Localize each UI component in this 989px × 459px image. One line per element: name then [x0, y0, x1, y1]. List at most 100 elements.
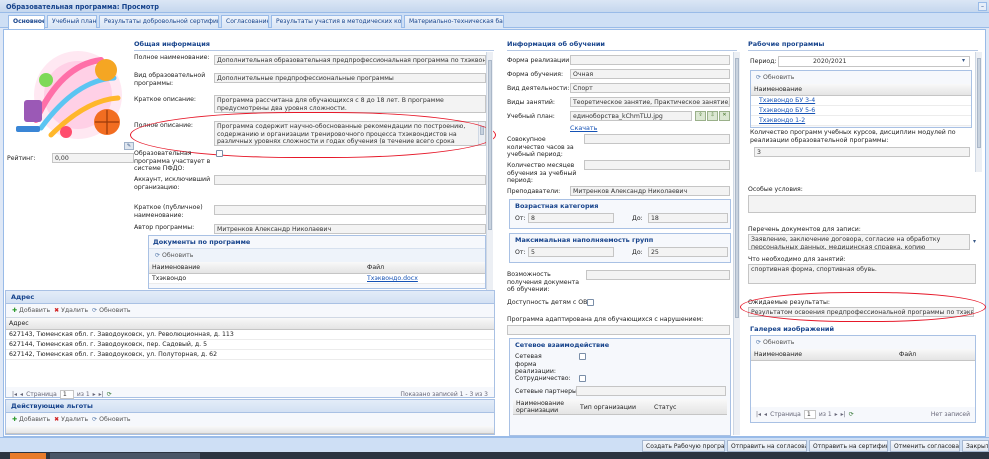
reload-icon[interactable]: ⟳	[849, 411, 854, 418]
address-records-count: Показано записей 1 - 3 из 3	[400, 391, 488, 398]
address-delete-button[interactable]: Удалить	[61, 307, 88, 314]
partners-col-type[interactable]: Тип организации	[580, 401, 654, 412]
taskbar-window-button[interactable]	[50, 453, 200, 459]
tab-approval[interactable]: Согласование	[221, 15, 269, 28]
page-input[interactable]: 1	[59, 390, 74, 399]
table-row[interactable]: 627144, Тюменская обл. г. Заводоуковск, …	[6, 340, 494, 350]
teachers-label: Преподаватели:	[507, 188, 561, 195]
work-program-item[interactable]: Тхэквондо БУ 3-4	[751, 96, 971, 106]
page-of: из 1	[818, 411, 832, 418]
impl-form-field	[570, 55, 730, 65]
download-icon[interactable]: ⇩	[707, 111, 718, 121]
prev-page-icon[interactable]: ◂	[764, 411, 767, 418]
general-scrollbar[interactable]	[486, 52, 493, 300]
lesson-types-label: Виды занятий:	[507, 99, 555, 106]
refresh-icon: ⟳	[155, 252, 161, 259]
partners-col-org[interactable]: Наименование организации	[516, 400, 580, 413]
benefits-delete-button[interactable]: Удалить	[61, 416, 88, 423]
document-possibility-label: Возможность получения документа об обуче…	[507, 271, 580, 294]
needed-field: спортивная форма, спортивная обувь.	[748, 264, 976, 284]
needed-label: Что необходимо для занятий:	[748, 256, 846, 263]
benefits-grid-header	[6, 426, 494, 434]
partners-col-status[interactable]: Статус	[654, 401, 676, 412]
first-page-icon[interactable]: |◂	[756, 411, 761, 418]
age-category-panel: Возрастная категория От: 8 До: 18	[509, 199, 731, 229]
gallery-col-file[interactable]: Файл	[899, 351, 916, 358]
address-panel: Адрес ✚ Добавить ✖ Удалить ⟳ Обновить Ад…	[5, 290, 495, 399]
period-select[interactable]: 2020/2021	[778, 56, 970, 67]
tab-certification-results[interactable]: Результаты добровольной сертификации	[99, 15, 219, 28]
window-title: Образовательная программа: Просмотр	[0, 0, 989, 13]
program-image: ✎	[6, 40, 136, 150]
tab-contest-results[interactable]: Результаты участия в методических конкур…	[271, 15, 402, 28]
age-from-field: 8	[528, 213, 614, 223]
docs-list-expand-icon[interactable]: ▾	[973, 238, 976, 245]
pfdo-checkbox[interactable]	[216, 150, 223, 157]
close-button[interactable]: Закрыть	[962, 440, 989, 452]
benefits-add-button[interactable]: Добавить	[19, 416, 50, 423]
study-form-label: Форма обучения:	[507, 71, 564, 78]
table-row[interactable]: Тхэквондо Тхэквондо.docx	[149, 274, 485, 284]
send-for-approval-button[interactable]: Отправить на согласование	[727, 440, 807, 452]
next-page-icon[interactable]: ▸	[93, 391, 96, 398]
gallery-col-name[interactable]: Наименование	[754, 351, 899, 358]
last-page-icon[interactable]: ▸|	[99, 391, 104, 398]
highlight-expected-results	[740, 292, 986, 322]
refresh-icon: ⟳	[92, 307, 98, 314]
address-col-header[interactable]: Адрес	[6, 318, 494, 330]
clear-icon[interactable]: ✕	[719, 111, 730, 121]
first-page-icon[interactable]: |◂	[12, 391, 17, 398]
gallery-refresh-button[interactable]: Обновить	[763, 339, 794, 346]
table-row[interactable]: 627142, Тюменская обл. г. Заводоуковск, …	[6, 350, 494, 360]
adapted-label: Программа адаптирована для обучающихся с…	[507, 316, 704, 323]
work-refresh-button[interactable]: Обновить	[763, 74, 794, 81]
cooperation-checkbox[interactable]	[579, 375, 586, 382]
short-desc-label: Краткое описание:	[134, 96, 197, 103]
tab-material-base[interactable]: Материально-техническая база	[404, 15, 504, 28]
cancel-approval-button[interactable]: Отменить согласование	[890, 440, 960, 452]
documents-col-file[interactable]: Файл	[367, 264, 384, 271]
documents-col-name[interactable]: Наименование	[152, 264, 367, 271]
upload-icon[interactable]: ⇪	[695, 111, 706, 121]
next-page-icon[interactable]: ▸	[835, 411, 838, 418]
partners-label: Сетевые партнеры:	[515, 388, 579, 395]
work-program-item[interactable]: Тхэквондо 1-2	[751, 116, 971, 126]
training-header: Информация об обучении	[507, 40, 737, 51]
tab-main[interactable]: Основное	[8, 15, 45, 29]
page-input[interactable]: 1	[803, 410, 816, 419]
documents-refresh-button[interactable]: Обновить	[162, 252, 193, 259]
last-page-icon[interactable]: ▸|	[841, 411, 846, 418]
address-refresh-button[interactable]: Обновить	[99, 307, 130, 314]
address-add-button[interactable]: Добавить	[19, 307, 50, 314]
tab-curriculum[interactable]: Учебный план	[47, 15, 97, 28]
table-row[interactable]: 627143, Тюменская обл. г. Заводоуковск, …	[6, 330, 494, 340]
ovz-checkbox[interactable]	[587, 299, 594, 306]
documents-toolbar: ⟳ Обновить	[149, 248, 485, 262]
document-file-link[interactable]: Тхэквондо.docx	[367, 275, 418, 282]
courses-count-field: 3	[754, 147, 970, 157]
document-name: Тхэквондо	[152, 275, 187, 282]
add-icon: ✚	[12, 307, 18, 314]
prev-page-icon[interactable]: ◂	[20, 391, 23, 398]
window-collapse-icon[interactable]: –	[978, 2, 987, 11]
create-work-program-button[interactable]: Создать Рабочую программу	[642, 440, 725, 452]
work-scrollbar[interactable]	[975, 52, 982, 172]
work-program-item[interactable]: Тхэквондо БУ 5-6	[751, 106, 971, 116]
group-to-field: 25	[648, 247, 728, 257]
author-label: Автор программы:	[134, 224, 195, 231]
work-programs-grid: ⟳ Обновить Наименование Тхэквондо БУ 3-4…	[750, 70, 972, 128]
training-scrollbar[interactable]	[733, 52, 740, 435]
benefits-refresh-button[interactable]: Обновить	[99, 416, 130, 423]
send-for-certification-button[interactable]: Отправить на сертификацию	[809, 440, 888, 452]
taskbar-app-button[interactable]	[10, 453, 46, 459]
network-form-checkbox[interactable]	[579, 353, 586, 360]
public-name-field	[214, 205, 486, 215]
chevron-down-icon[interactable]: ▾	[962, 57, 965, 64]
plan-label: Учебный план:	[507, 113, 555, 120]
download-plan-link[interactable]: Скачать	[570, 124, 597, 132]
reload-icon[interactable]: ⟳	[107, 391, 112, 398]
age-from-label: От:	[515, 215, 526, 222]
age-to-label: До:	[632, 215, 643, 222]
image-edit-icon[interactable]: ✎	[124, 142, 134, 150]
work-col-name[interactable]: Наименование	[751, 84, 971, 96]
